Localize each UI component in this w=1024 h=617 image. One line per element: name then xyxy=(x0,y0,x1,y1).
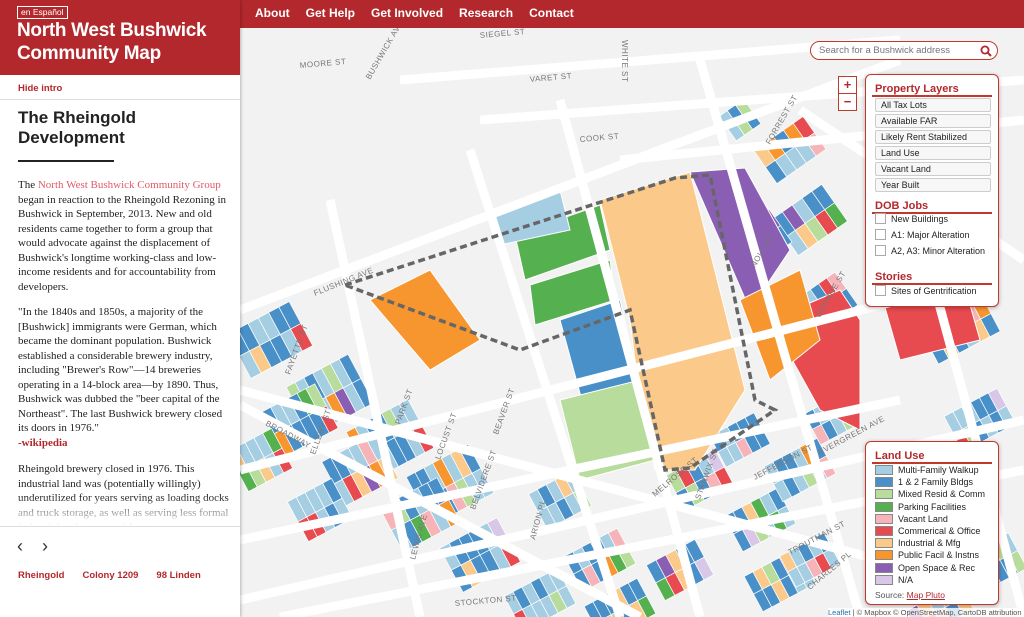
legend-label: Public Facil & Instns xyxy=(898,550,980,561)
map-pluto-link[interactable]: Map Pluto xyxy=(907,590,945,600)
legend-label: Open Space & Rec xyxy=(898,562,976,573)
legend-swatch xyxy=(875,465,893,475)
source-label: Source: xyxy=(875,590,905,600)
dob-a2-a3-minor-alteration[interactable]: A2, A3: Minor Alteration xyxy=(875,245,985,258)
checkbox-label: New Buildings xyxy=(891,214,949,224)
legend-item: Open Space & Rec xyxy=(875,562,976,574)
layer-land-use[interactable]: Land Use xyxy=(875,146,991,160)
legend-label: Mixed Resid & Comm xyxy=(898,489,986,500)
legend-label: Vacant Land xyxy=(898,513,948,524)
checkbox-label: A2, A3: Minor Alteration xyxy=(891,246,986,256)
brand-header: en Español North West Bushwick Community… xyxy=(0,0,240,75)
story-paragraph-1: The North West Bushwick Community Group … xyxy=(18,178,230,294)
legend-swatch xyxy=(875,513,893,524)
stories-sites-of-gentrification[interactable]: Sites of Gentrification xyxy=(875,285,977,298)
legend-item: Multi-Family Walkup xyxy=(875,465,979,476)
next-arrow-icon[interactable]: › xyxy=(42,536,48,557)
legend-label: N/A xyxy=(898,574,914,585)
layer-vacant-land[interactable]: Vacant Land xyxy=(875,162,991,176)
site-title: North West Bushwick Community Map xyxy=(17,20,207,64)
legend-source: Source: Map Pluto xyxy=(875,590,945,600)
layer-all-tax-lots[interactable]: All Tax Lots xyxy=(875,98,991,112)
checkbox-label: Sites of Gentrification xyxy=(891,286,977,296)
dob-jobs-heading: DOB Jobs xyxy=(875,200,929,212)
story-links: Rheingold Colony 1209 98 Linden xyxy=(18,570,201,581)
legend-title: Land Use xyxy=(875,450,925,462)
legend-label: Commerical & Office xyxy=(898,526,981,536)
legend-swatch xyxy=(875,538,893,549)
leaflet-link[interactable]: Leaflet xyxy=(828,608,851,617)
checkbox[interactable] xyxy=(875,229,886,240)
nav-about[interactable]: About xyxy=(247,0,298,28)
legend-swatch xyxy=(875,550,893,561)
para1-text-cont: began in reaction to the Rheingold Rezon… xyxy=(18,193,227,293)
story-link-colony-1209[interactable]: Colony 1209 xyxy=(82,570,138,581)
dob-new-buildings[interactable]: New Buildings xyxy=(875,213,948,226)
title-underline xyxy=(18,160,114,162)
wikipedia-link[interactable]: -wikipedia xyxy=(18,436,230,451)
hide-intro-link[interactable]: Hide intro xyxy=(18,83,62,94)
divider xyxy=(872,95,992,97)
scroll-fade xyxy=(0,496,240,526)
legend-item: Parking Facilities xyxy=(875,501,967,513)
legend-swatch xyxy=(875,501,893,512)
legend-label: Industrial & Mfg xyxy=(898,538,961,549)
layer-likely-rent-stabilized[interactable]: Likely Rent Stabilized xyxy=(875,130,991,144)
sidebar: en Español North West Bushwick Community… xyxy=(0,0,240,617)
map-attribution: Leaflet | © Mapbox © OpenStreetMap, Cart… xyxy=(828,608,1022,617)
para1-text: The xyxy=(18,179,38,191)
nav-research[interactable]: Research xyxy=(451,0,521,28)
layer-year-built[interactable]: Year Built xyxy=(875,178,991,192)
checkbox[interactable] xyxy=(875,213,886,224)
search-icon[interactable] xyxy=(980,45,992,57)
legend-swatch xyxy=(875,489,893,500)
legend-item: Industrial & Mfg xyxy=(875,538,961,549)
checkbox[interactable] xyxy=(875,245,886,256)
address-search xyxy=(810,41,998,60)
legend-item: N/A xyxy=(875,574,914,586)
divider xyxy=(872,462,992,464)
checkbox[interactable] xyxy=(875,285,886,296)
story-link-98-linden[interactable]: 98 Linden xyxy=(156,570,200,581)
legend-swatch xyxy=(875,562,893,573)
legend-label: 1 & 2 Family Bldgs xyxy=(898,477,974,488)
search-input[interactable] xyxy=(819,43,979,58)
legend-item: Vacant Land xyxy=(875,513,948,525)
legend-item: 1 & 2 Family Bldgs xyxy=(875,477,973,488)
nav-contact[interactable]: Contact xyxy=(521,0,582,28)
legend-swatch xyxy=(875,574,893,585)
property-layers-heading: Property Layers xyxy=(875,83,959,95)
para2-text: "In the 1840s and 1850s, a majority of t… xyxy=(18,306,223,434)
legend-label: Parking Facilities xyxy=(898,501,967,512)
zoom-out-button[interactable]: − xyxy=(838,93,857,111)
legend-item: Commerical & Office xyxy=(875,526,980,537)
nav-get-help[interactable]: Get Help xyxy=(298,0,363,28)
layer-available-far[interactable]: Available FAR xyxy=(875,114,991,128)
street-label: WHITE ST xyxy=(620,40,629,82)
prev-arrow-icon[interactable]: ‹ xyxy=(17,536,23,557)
legend-swatch xyxy=(875,526,893,536)
legend-item: Public Facil & Instns xyxy=(875,550,979,561)
legend-label: Multi-Family Walkup xyxy=(898,465,979,475)
legend-swatch xyxy=(875,477,893,488)
nav-get-involved[interactable]: Get Involved xyxy=(363,0,451,28)
main-nav: About Get Help Get Involved Research Con… xyxy=(247,0,582,28)
story-title: The Rheingold Development xyxy=(18,108,137,147)
story-link-rheingold[interactable]: Rheingold xyxy=(18,570,64,581)
land-use-legend: Land Use Multi-Family Walkup 1 & 2 Family… xyxy=(865,441,999,605)
story-paragraph-2: "In the 1840s and 1850s, a majority of t… xyxy=(18,305,230,450)
checkbox-label: A1: Major Alteration xyxy=(891,230,970,240)
legend-item: Mixed Resid & Comm xyxy=(875,489,985,500)
story-pager: ‹ › Rheingold Colony 1209 98 Linden xyxy=(0,526,240,617)
language-toggle[interactable]: en Español xyxy=(17,6,68,19)
stories-heading: Stories xyxy=(875,271,913,283)
dob-a1-major-alteration[interactable]: A1: Major Alteration xyxy=(875,229,970,242)
story-content[interactable]: The Rheingold Development The North West… xyxy=(0,100,240,526)
zoom-in-button[interactable]: + xyxy=(838,76,857,94)
nwbcg-link[interactable]: North West Bushwick Community Group xyxy=(38,179,221,191)
attribution-text: | © Mapbox © OpenStreetMap, CartoDB attr… xyxy=(850,608,1022,617)
layers-panel: Property Layers All Tax Lots Available F… xyxy=(865,74,999,307)
